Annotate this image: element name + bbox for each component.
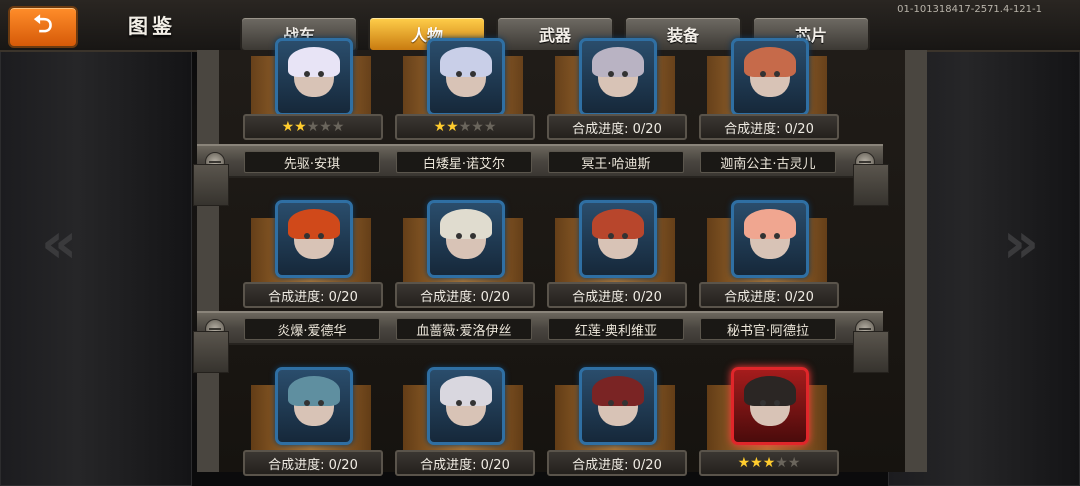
character-name: 血蔷薇·爱洛伊丝 — [396, 318, 532, 340]
character-name: 迦南公主·古灵儿 — [700, 151, 836, 173]
character-eye — [304, 233, 310, 239]
character-eye — [304, 400, 310, 406]
star-icon: ★ — [294, 119, 307, 135]
character-eye — [622, 71, 628, 77]
synthesis-progress: 合成进度: 0/20 — [547, 282, 687, 308]
character-hair — [592, 47, 644, 77]
character-name: 红莲·奥利维亚 — [548, 318, 684, 340]
star-icon: ★ — [787, 455, 801, 471]
character-portrait[interactable] — [427, 38, 505, 116]
character-hair — [288, 209, 340, 239]
character-eye — [774, 233, 780, 239]
character-hair — [440, 47, 492, 77]
star-icon: ★ — [306, 119, 320, 135]
character-portrait[interactable] — [579, 38, 657, 116]
character-eye — [470, 71, 476, 77]
character-portrait[interactable] — [731, 367, 809, 445]
character-eye — [760, 400, 766, 406]
character-eye — [774, 400, 780, 406]
star-icon: ★ — [471, 119, 484, 135]
character-hair — [440, 209, 492, 239]
character-name: 炎爆·爱德华 — [244, 318, 380, 340]
page-title: 图鉴 — [128, 14, 176, 38]
character-eye — [456, 400, 462, 406]
character-hair — [592, 209, 644, 239]
synthesis-progress: 合成进度: 0/20 — [547, 450, 687, 476]
character-hair — [592, 376, 644, 406]
character-portrait[interactable] — [275, 367, 353, 445]
character-eye — [304, 71, 310, 77]
star-icon: ★ — [762, 455, 776, 471]
shelf-bracket — [193, 164, 229, 206]
character-name: 冥王·哈迪斯 — [548, 151, 684, 173]
character-hair — [744, 376, 796, 406]
character-portrait[interactable] — [427, 200, 505, 278]
star-icon: ★ — [483, 119, 497, 135]
star-icon: ★ — [319, 119, 332, 135]
synthesis-progress: 合成进度: 0/20 — [243, 450, 383, 476]
version-string: 01-101318417-2571.4-121-1 — [897, 4, 1042, 15]
synthesis-progress: 合成进度: 0/20 — [699, 282, 839, 308]
chevron-left-icon: « — [41, 211, 78, 276]
character-eye — [456, 71, 462, 77]
left-corridor-wall: « — [0, 40, 192, 486]
character-hair — [744, 209, 796, 239]
return-arrow-icon: ⮌ — [33, 9, 53, 38]
star-rating: ★ ★ ★ ★ ★ — [395, 114, 535, 140]
character-eye — [760, 71, 766, 77]
shelf-bracket — [853, 331, 889, 373]
shelf-bar: 先驱·安琪 白矮星·诺艾尔 冥王·哈迪斯 迦南公主·古灵儿 — [197, 144, 883, 178]
star-rating: ★ ★ ★ ★ ★ — [243, 114, 383, 140]
character-eye — [622, 400, 628, 406]
character-eye — [318, 400, 324, 406]
character-name: 白矮星·诺艾尔 — [396, 151, 532, 173]
star-icon: ★ — [737, 455, 751, 471]
star-rating: ★ ★ ★ ★ ★ — [699, 450, 839, 476]
character-portrait[interactable] — [275, 200, 353, 278]
character-portrait[interactable] — [579, 367, 657, 445]
character-portrait[interactable] — [731, 38, 809, 116]
star-icon: ★ — [775, 455, 788, 471]
character-name: 秘书官·阿德拉 — [700, 318, 836, 340]
synthesis-progress: 合成进度: 0/20 — [395, 450, 535, 476]
character-eye — [608, 400, 614, 406]
character-eye — [470, 400, 476, 406]
character-eye — [456, 233, 462, 239]
character-eye — [608, 71, 614, 77]
character-name: 先驱·安琪 — [244, 151, 380, 173]
star-icon: ★ — [281, 119, 295, 135]
synthesis-progress: 合成进度: 0/20 — [547, 114, 687, 140]
shelf-bracket — [853, 164, 889, 206]
star-icon: ★ — [446, 119, 459, 135]
character-eye — [470, 233, 476, 239]
character-hair — [288, 47, 340, 77]
character-eye — [774, 71, 780, 77]
synthesis-progress: 合成进度: 0/20 — [395, 282, 535, 308]
star-icon: ★ — [750, 455, 763, 471]
character-eye — [318, 233, 324, 239]
character-portrait[interactable] — [427, 367, 505, 445]
character-portrait[interactable] — [275, 38, 353, 116]
star-icon: ★ — [433, 119, 447, 135]
shelf-bar: 炎爆·爱德华 血蔷薇·爱洛伊丝 红莲·奥利维亚 秘书官·阿德拉 — [197, 311, 883, 345]
character-hair — [744, 47, 796, 77]
character-eye — [608, 233, 614, 239]
chevron-right-icon: » — [1002, 211, 1039, 276]
character-eye — [622, 233, 628, 239]
shelf-bracket — [193, 331, 229, 373]
back-button[interactable]: ⮌ — [8, 6, 78, 48]
synthesis-progress: 合成进度: 0/20 — [243, 282, 383, 308]
character-eye — [318, 71, 324, 77]
synthesis-progress: 合成进度: 0/20 — [699, 114, 839, 140]
character-portrait[interactable] — [731, 200, 809, 278]
character-hair — [288, 376, 340, 406]
character-portrait[interactable] — [579, 200, 657, 278]
star-icon: ★ — [458, 119, 472, 135]
star-icon: ★ — [331, 119, 345, 135]
character-eye — [760, 233, 766, 239]
character-hair — [440, 376, 492, 406]
